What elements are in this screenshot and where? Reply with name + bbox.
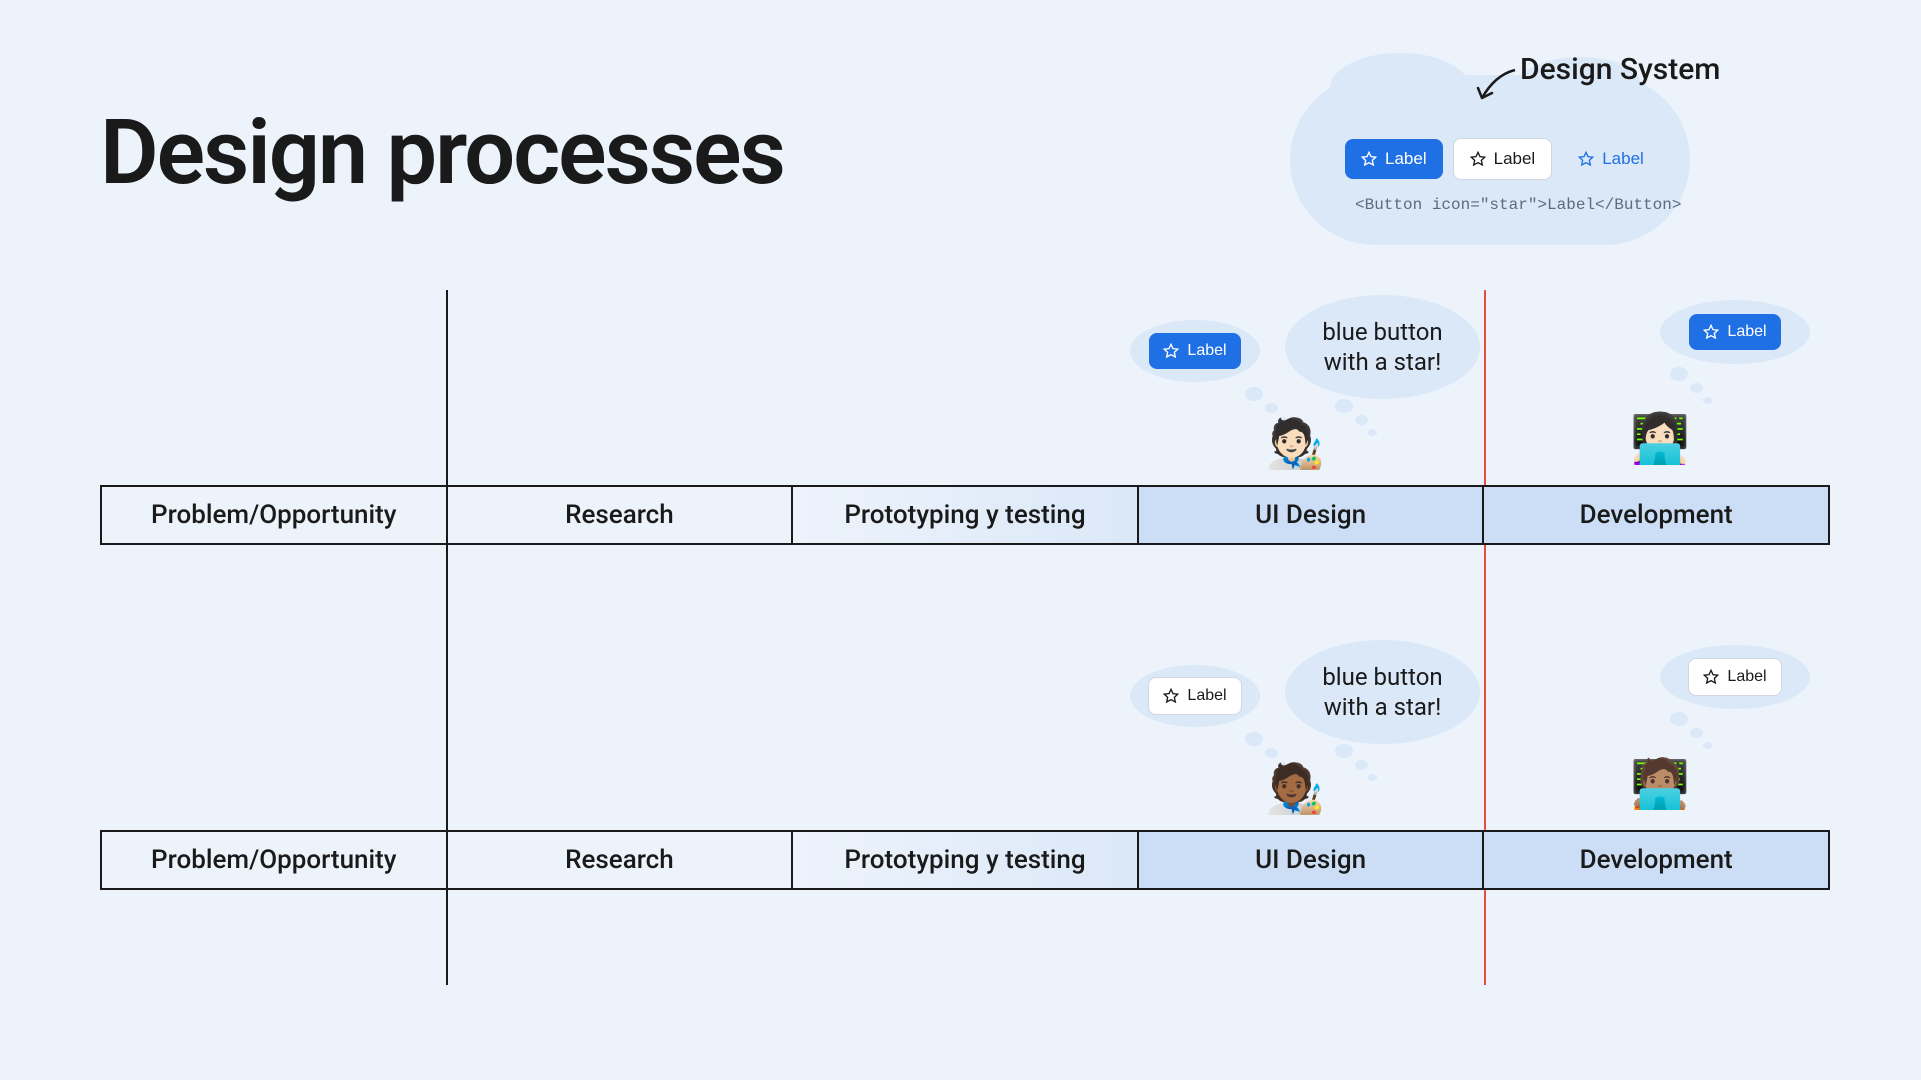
thought-bubble-button: Label [1130, 320, 1260, 382]
button-label: Label [1727, 668, 1766, 686]
star-icon [1163, 343, 1179, 359]
button-label: Label [1602, 149, 1644, 169]
page-title: Design processes [100, 100, 784, 205]
stage-cell: Problem/Opportunity [102, 832, 448, 888]
sample-button-primary: Label [1149, 333, 1240, 369]
arrow-icon [1470, 60, 1520, 110]
star-icon [1703, 324, 1719, 340]
sample-button-secondary: Label [1148, 677, 1241, 715]
ds-button-ghost[interactable]: Label [1562, 139, 1660, 179]
process-row-2: Problem/Opportunity Research Prototyping… [100, 830, 1830, 890]
star-icon [1578, 151, 1594, 167]
stage-cell: Development [1484, 487, 1828, 543]
designer-emoji: 🧑🏻‍🎨 [1265, 415, 1325, 472]
ds-button-primary[interactable]: Label [1345, 139, 1443, 179]
stage-cell: UI Design [1139, 487, 1485, 543]
designer-emoji: 🧑🏾‍🎨 [1265, 760, 1325, 817]
stage-cell: UI Design [1139, 832, 1485, 888]
star-icon [1470, 151, 1486, 167]
stage-cell: Prototyping y testing [793, 487, 1139, 543]
stage-cell: Research [448, 832, 794, 888]
button-label: Label [1385, 149, 1427, 169]
ds-button-secondary[interactable]: Label [1453, 138, 1553, 180]
design-system-button-row: Label Label Label [1345, 138, 1660, 180]
thought-bubble-text: blue button with a star! [1285, 640, 1480, 744]
thought-bubble-button: Label [1660, 645, 1810, 709]
thought-bubble-button: Label [1660, 300, 1810, 364]
stage-cell: Problem/Opportunity [102, 487, 448, 543]
button-label: Label [1187, 342, 1226, 360]
process-row-1: Problem/Opportunity Research Prototyping… [100, 485, 1830, 545]
star-icon [1163, 688, 1179, 704]
sample-button-secondary: Label [1688, 658, 1781, 696]
star-icon [1361, 151, 1377, 167]
thought-bubble-button: Label [1130, 665, 1260, 727]
button-label: Label [1727, 323, 1766, 341]
stage-cell: Prototyping y testing [793, 832, 1139, 888]
developer-emoji: 👩🏻‍💻 [1630, 410, 1690, 467]
stage-cell: Research [448, 487, 794, 543]
button-label: Label [1187, 687, 1226, 705]
button-label: Label [1494, 149, 1536, 169]
design-system-label: Design System [1520, 52, 1720, 87]
sample-button-primary: Label [1689, 314, 1780, 350]
thought-bubble-text: blue button with a star! [1285, 295, 1480, 399]
design-system-code: <Button icon="star">Label</Button> [1355, 196, 1681, 214]
star-icon [1703, 669, 1719, 685]
developer-emoji: 🧑🏽‍💻 [1630, 755, 1690, 812]
stage-cell: Development [1484, 832, 1828, 888]
